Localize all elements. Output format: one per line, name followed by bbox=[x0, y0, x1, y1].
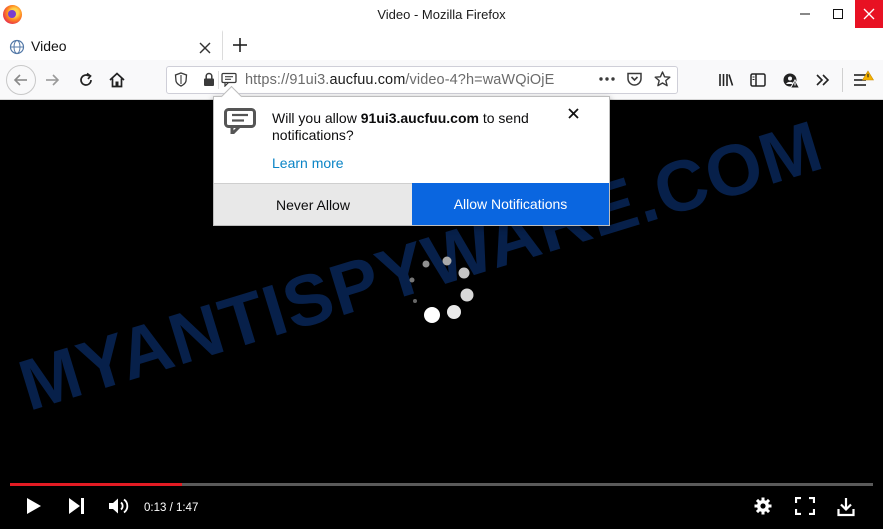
popup-site: 91ui3.aucfuu.com bbox=[360, 110, 479, 126]
url-prefix: https://91ui3. bbox=[245, 72, 330, 88]
minimize-icon bbox=[800, 13, 810, 15]
tab-close-button[interactable] bbox=[199, 36, 211, 59]
window-title: Video - Mozilla Firefox bbox=[377, 7, 506, 22]
pocket-icon bbox=[627, 72, 642, 86]
video-time: 0:13 / 1:47 bbox=[144, 502, 199, 514]
account-alert-icon bbox=[783, 73, 800, 89]
more-dots-icon bbox=[599, 77, 615, 81]
toolbar-divider bbox=[842, 68, 843, 92]
pocket-button[interactable] bbox=[626, 71, 643, 90]
tab-label: Video bbox=[31, 38, 67, 54]
popup-text-before: Will you allow bbox=[272, 110, 361, 126]
library-button[interactable] bbox=[714, 68, 738, 92]
close-window-button[interactable] bbox=[855, 0, 883, 28]
forward-button[interactable] bbox=[40, 68, 64, 92]
navigation-toolbar: https://91ui3.aucfuu.com/video-4?h=waWQi… bbox=[0, 60, 883, 100]
next-button[interactable] bbox=[68, 497, 86, 520]
gear-icon bbox=[754, 497, 772, 515]
popup-close-button[interactable] bbox=[568, 106, 579, 124]
learn-more-link[interactable]: Learn more bbox=[272, 155, 344, 171]
popup-message: Will you allow 91ui3.aucfuu.com to send … bbox=[272, 110, 542, 144]
minimize-button[interactable] bbox=[791, 0, 819, 28]
popup-buttons: Never Allow Allow Notifications bbox=[214, 183, 609, 225]
app-menu-button[interactable] bbox=[850, 68, 874, 92]
close-icon bbox=[199, 42, 211, 54]
globe-icon bbox=[9, 39, 25, 55]
volume-button[interactable] bbox=[108, 497, 132, 520]
browser-window: Video - Mozilla Firefox Video https://91… bbox=[0, 0, 883, 529]
url-divider bbox=[218, 71, 219, 89]
reload-icon bbox=[80, 72, 92, 86]
library-icon bbox=[719, 74, 734, 86]
chat-bubble-icon bbox=[224, 108, 256, 134]
fullscreen-button[interactable] bbox=[794, 496, 816, 520]
video-progress-fill bbox=[10, 483, 182, 486]
url-domain: aucfuu.com bbox=[329, 72, 406, 88]
never-allow-button[interactable]: Never Allow bbox=[214, 183, 412, 225]
home-button[interactable] bbox=[105, 68, 129, 92]
maximize-button[interactable] bbox=[824, 0, 852, 28]
download-icon bbox=[837, 498, 855, 517]
sidebar-button[interactable] bbox=[746, 68, 770, 92]
maximize-icon bbox=[833, 9, 843, 19]
fullscreen-icon bbox=[794, 496, 816, 516]
new-tab-button[interactable] bbox=[229, 31, 251, 59]
play-button[interactable] bbox=[26, 497, 42, 520]
reload-button[interactable] bbox=[74, 68, 98, 92]
arrow-left-icon bbox=[13, 74, 27, 86]
allow-notifications-button[interactable]: Allow Notifications bbox=[412, 183, 609, 225]
arrow-right-icon bbox=[46, 74, 60, 86]
url-bar[interactable]: https://91ui3.aucfuu.com/video-4?h=waWQi… bbox=[166, 66, 678, 94]
shield-icon[interactable] bbox=[174, 72, 188, 90]
tab-strip: Video bbox=[0, 30, 883, 60]
url-text[interactable]: https://91ui3.aucfuu.com/video-4?h=waWQi… bbox=[245, 72, 593, 88]
download-button[interactable] bbox=[837, 497, 855, 522]
tab-video[interactable]: Video bbox=[0, 30, 223, 60]
notification-permission-popup: Will you allow 91ui3.aucfuu.com to send … bbox=[213, 96, 610, 226]
volume-icon bbox=[109, 498, 129, 514]
sidebar-icon bbox=[750, 73, 766, 87]
back-button[interactable] bbox=[6, 65, 36, 95]
play-icon bbox=[27, 498, 41, 514]
account-button[interactable] bbox=[779, 68, 803, 92]
video-progress-bar[interactable] bbox=[10, 483, 873, 486]
close-icon bbox=[863, 8, 875, 20]
overflow-menu-button[interactable] bbox=[811, 68, 835, 92]
page-actions-button[interactable] bbox=[598, 71, 616, 91]
close-icon bbox=[568, 108, 579, 119]
skip-next-icon bbox=[69, 498, 84, 514]
star-icon bbox=[654, 71, 671, 87]
title-bar: Video - Mozilla Firefox bbox=[0, 0, 883, 30]
hamburger-menu-icon bbox=[854, 70, 874, 86]
plus-icon bbox=[233, 38, 247, 52]
home-icon bbox=[109, 72, 125, 88]
chevron-double-right-icon bbox=[816, 74, 830, 86]
bookmark-star-button[interactable] bbox=[654, 71, 671, 90]
settings-button[interactable] bbox=[754, 497, 772, 520]
lock-icon[interactable] bbox=[203, 72, 215, 90]
url-suffix: /video-4?h=waWQiOjE bbox=[405, 72, 555, 88]
